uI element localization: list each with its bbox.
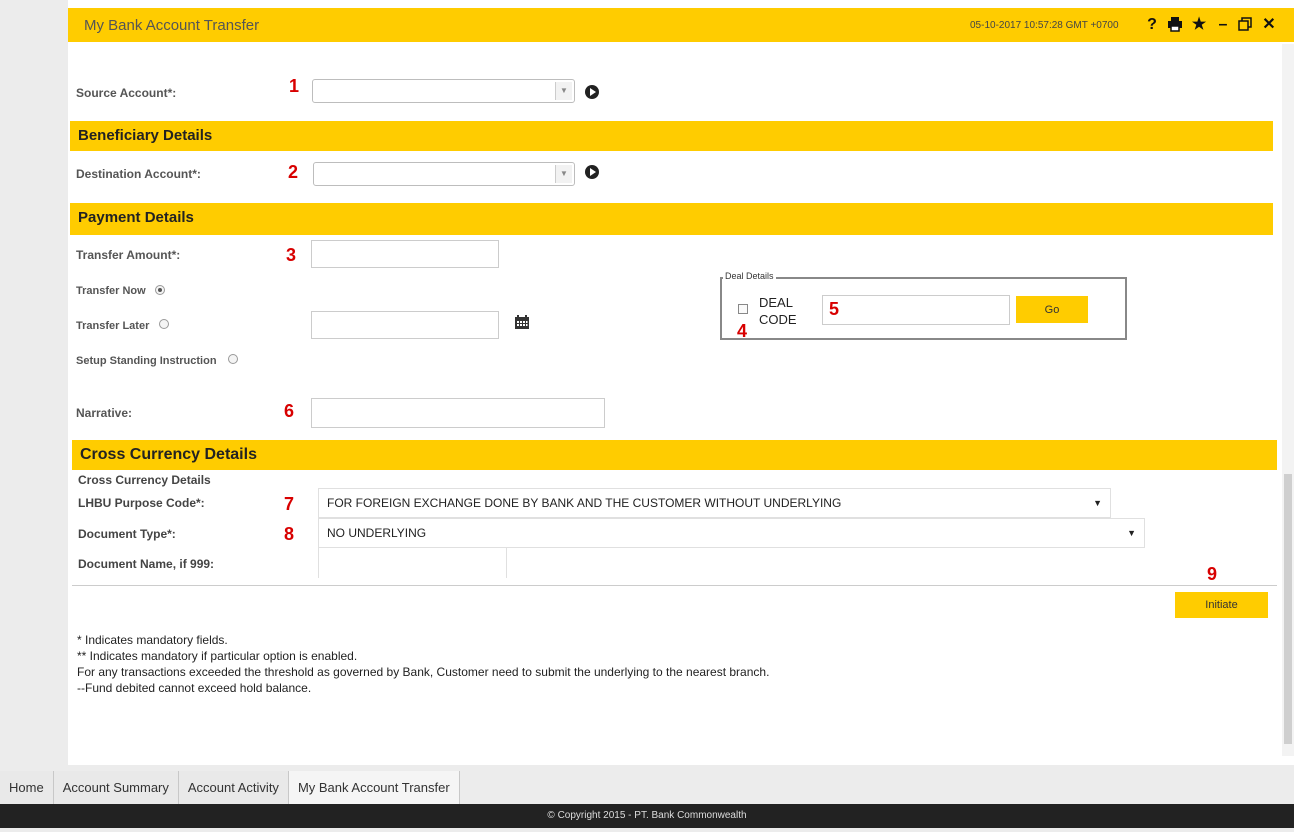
marker-1: 1	[289, 76, 300, 96]
scrollbar-thumb[interactable]	[1284, 474, 1292, 744]
timestamp: 05-10-2017 10:57:28 GMT +0700	[970, 20, 1119, 31]
chevron-down-icon: ▼	[1093, 498, 1102, 508]
tab-account-activity[interactable]: Account Activity	[178, 771, 289, 804]
marker-7: 7	[284, 494, 295, 514]
deal-code-label-line2: CODE	[759, 312, 797, 327]
narrative-label: Narrative:	[76, 406, 133, 420]
help-icon[interactable]: ?	[1143, 16, 1161, 34]
copyright-bar: © Copyright 2015 - PT. Bank Commonwealth	[0, 804, 1294, 828]
cross-currency-header: Cross Currency Details	[72, 440, 1277, 470]
marker-8: 8	[284, 524, 295, 544]
payment-details-header: Payment Details	[70, 203, 1273, 235]
divider	[72, 585, 1277, 586]
deal-code-label-line1: DEAL	[759, 295, 793, 310]
source-go-icon[interactable]	[585, 85, 599, 99]
beneficiary-details-header: Beneficiary Details	[70, 121, 1273, 151]
deal-go-button[interactable]: Go	[1016, 296, 1088, 323]
window-titlebar: My Bank Account Transfer 05-10-2017 10:5…	[68, 8, 1294, 42]
deal-code-input[interactable]	[822, 295, 1010, 325]
transfer-later-date-input[interactable]	[311, 311, 499, 339]
tab-account-summary[interactable]: Account Summary	[53, 771, 179, 804]
bottom-tab-bar: Home Account Summary Account Activity My…	[0, 771, 460, 804]
tab-my-bank-account-transfer[interactable]: My Bank Account Transfer	[288, 771, 460, 804]
standing-instruction-label: Setup Standing Instruction	[76, 355, 217, 367]
document-name-input[interactable]	[318, 548, 507, 578]
cross-currency-subheading: Cross Currency Details	[78, 473, 211, 487]
marker-4: 4	[737, 321, 748, 341]
document-type-label: Document Type*:	[78, 527, 176, 541]
deal-code-checkbox[interactable]	[738, 304, 748, 314]
note-hold-balance: --Fund debited cannot exceed hold balanc…	[77, 681, 312, 695]
print-icon[interactable]	[1166, 16, 1184, 34]
deal-details-legend: Deal Details	[723, 271, 776, 281]
marker-6: 6	[284, 401, 295, 421]
transfer-now-label: Transfer Now	[76, 285, 146, 297]
transfer-amount-input[interactable]	[311, 240, 499, 268]
initiate-button[interactable]: Initiate	[1175, 592, 1268, 618]
standing-instruction-radio[interactable]	[228, 354, 238, 364]
chevron-down-icon: ▼	[555, 165, 572, 183]
purpose-code-label: LHBU Purpose Code*:	[78, 496, 205, 510]
note-threshold: For any transactions exceeded the thresh…	[77, 665, 770, 679]
purpose-code-select[interactable]: FOR FOREIGN EXCHANGE DONE BY BANK AND TH…	[318, 488, 1111, 518]
purpose-code-value: FOR FOREIGN EXCHANGE DONE BY BANK AND TH…	[327, 496, 842, 510]
marker-3: 3	[286, 245, 297, 265]
document-type-select[interactable]: NO UNDERLYING ▼	[318, 518, 1145, 548]
close-icon[interactable]: ✕	[1260, 16, 1278, 34]
calendar-icon[interactable]	[514, 314, 530, 335]
minimize-icon[interactable]: –	[1214, 16, 1232, 34]
destination-account-select[interactable]: ▼	[313, 162, 575, 186]
note-mandatory: * Indicates mandatory fields.	[77, 633, 228, 647]
destination-account-label: Destination Account*:	[76, 167, 201, 181]
transfer-later-label: Transfer Later	[76, 320, 150, 332]
document-name-label: Document Name, if 999:	[78, 557, 215, 571]
document-type-value: NO UNDERLYING	[327, 526, 427, 540]
marker-2: 2	[288, 162, 299, 182]
chevron-down-icon: ▼	[555, 82, 572, 100]
destination-go-icon[interactable]	[585, 165, 599, 179]
scrollbar[interactable]	[1282, 44, 1294, 756]
source-account-label: Source Account*:	[76, 86, 177, 100]
source-account-select[interactable]: ▼	[312, 79, 575, 103]
transfer-amount-label: Transfer Amount*:	[76, 248, 181, 262]
restore-icon[interactable]	[1236, 16, 1254, 34]
marker-9: 9	[1207, 564, 1218, 584]
transfer-now-radio[interactable]	[155, 285, 165, 295]
marker-5: 5	[829, 299, 840, 319]
favorite-star-icon[interactable]: ★	[1190, 16, 1208, 34]
tab-home[interactable]: Home	[0, 771, 54, 804]
transfer-later-radio[interactable]	[159, 319, 169, 329]
page-title: My Bank Account Transfer	[84, 17, 260, 34]
note-conditional: ** Indicates mandatory if particular opt…	[77, 649, 358, 663]
narrative-input[interactable]	[311, 398, 605, 428]
footnotes: * Indicates mandatory fields. ** Indicat…	[77, 632, 769, 696]
chevron-down-icon: ▼	[1127, 528, 1136, 538]
